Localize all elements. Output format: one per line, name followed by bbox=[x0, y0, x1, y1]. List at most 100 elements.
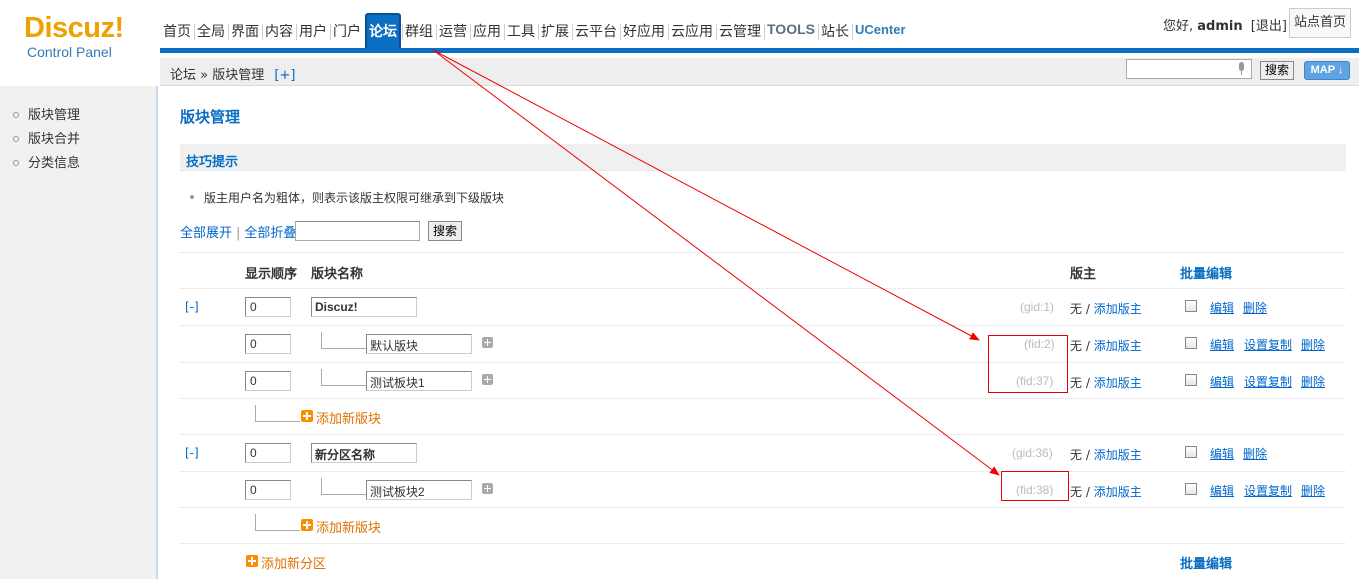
nav-content[interactable]: 内容 bbox=[262, 13, 296, 53]
add-moderator-link[interactable]: 添加版主 bbox=[1094, 339, 1142, 353]
map-button[interactable]: MAP ↓ bbox=[1304, 61, 1350, 80]
tips-title: 技巧提示 bbox=[186, 155, 239, 170]
add-icon[interactable] bbox=[301, 410, 313, 422]
batch-edit-link[interactable]: 批量编辑 bbox=[1180, 263, 1232, 282]
sidebar-item-forum-manage[interactable]: 版块管理 bbox=[13, 104, 80, 123]
add-moderator-link[interactable]: 添加版主 bbox=[1094, 302, 1142, 316]
add-moderator-link[interactable]: 添加版主 bbox=[1094, 376, 1142, 390]
forum-search-input[interactable] bbox=[295, 221, 420, 241]
nav-cloud-manage[interactable]: 云管理 bbox=[716, 13, 764, 53]
nav-user[interactable]: 用户 bbox=[296, 13, 330, 53]
nav-webmaster[interactable]: 站长 bbox=[817, 13, 852, 53]
nav-home[interactable]: 首页 bbox=[160, 13, 194, 53]
nav-forum[interactable]: 论坛 bbox=[365, 13, 401, 53]
expand-all-link[interactable]: 全部展开 bbox=[180, 226, 232, 241]
category-name-input[interactable]: Discuz! bbox=[311, 297, 417, 317]
bullet-icon bbox=[13, 135, 19, 142]
nav-global[interactable]: 全局 bbox=[194, 13, 228, 53]
edit-link[interactable]: 编辑 bbox=[1210, 373, 1234, 390]
breadcrumb-current: 版块管理 bbox=[212, 68, 265, 83]
nav-group[interactable]: 群组 bbox=[402, 13, 436, 53]
forum-name-input[interactable]: 默认版块 bbox=[366, 334, 472, 354]
nav-app[interactable]: 应用 bbox=[470, 13, 504, 53]
batch-checkbox[interactable] bbox=[1185, 300, 1197, 312]
add-subforum-icon[interactable] bbox=[482, 483, 493, 494]
delete-link[interactable]: 删除 bbox=[1243, 445, 1267, 462]
top-search-input[interactable] bbox=[1126, 59, 1252, 79]
sidebar-item-label: 版块合并 bbox=[28, 132, 81, 147]
annotation-box bbox=[1001, 471, 1069, 501]
delete-link[interactable]: 删除 bbox=[1301, 336, 1325, 353]
forum-name-input[interactable]: 测试板块1 bbox=[366, 371, 472, 391]
nav-tools-en[interactable]: TOOLS bbox=[764, 13, 818, 53]
copy-settings-link[interactable]: 设置复制 bbox=[1244, 373, 1292, 390]
breadcrumb-root[interactable]: 论坛 bbox=[170, 68, 196, 83]
batch-checkbox[interactable] bbox=[1185, 483, 1197, 495]
add-forum-row: 添加新版块 bbox=[160, 507, 1359, 544]
sidebar: 版块管理 版块合并 分类信息 bbox=[0, 86, 158, 579]
nav-good-apps[interactable]: 好应用 bbox=[620, 13, 668, 53]
edit-link[interactable]: 编辑 bbox=[1210, 482, 1234, 499]
display-order-input[interactable]: 0 bbox=[245, 371, 291, 391]
add-forum-link[interactable]: 添加新版块 bbox=[316, 408, 381, 427]
bullet-icon bbox=[190, 194, 194, 199]
logout-link[interactable]: [退出] bbox=[1251, 19, 1287, 34]
forum-search-button[interactable]: 搜索 bbox=[428, 221, 462, 241]
batch-checkbox[interactable] bbox=[1185, 337, 1197, 349]
display-order-input[interactable]: 0 bbox=[245, 443, 291, 463]
batch-edit-link-bottom[interactable]: 批量编辑 bbox=[1180, 553, 1232, 572]
copy-settings-link[interactable]: 设置复制 bbox=[1244, 482, 1292, 499]
tips-header: 技巧提示 bbox=[180, 144, 1346, 171]
category-id: (gid:36) bbox=[1012, 446, 1053, 460]
microphone-icon[interactable] bbox=[1237, 62, 1245, 75]
collapse-all-link[interactable]: 全部折叠 bbox=[244, 226, 296, 241]
table-row: [-] 0 新分区名称 (gid:36) 无 / 添加版主 编辑 删除 bbox=[160, 434, 1359, 471]
nav-style[interactable]: 界面 bbox=[228, 13, 262, 53]
display-order-input[interactable]: 0 bbox=[245, 334, 291, 354]
nav-cloud-platform[interactable]: 云平台 bbox=[572, 13, 620, 53]
add-moderator-link[interactable]: 添加版主 bbox=[1094, 485, 1142, 499]
col-header-order: 显示顺序 bbox=[245, 267, 298, 282]
sidebar-item-forum-merge[interactable]: 版块合并 bbox=[13, 128, 80, 147]
add-forum-link[interactable]: 添加新版块 bbox=[316, 517, 381, 536]
add-subforum-icon[interactable] bbox=[482, 337, 493, 348]
copy-settings-link[interactable]: 设置复制 bbox=[1244, 336, 1292, 353]
nav-plugins[interactable]: 扩展 bbox=[538, 13, 572, 53]
display-order-input[interactable]: 0 bbox=[245, 480, 291, 500]
nav-underline bbox=[160, 48, 1359, 53]
add-shortcut-link[interactable]: [+] bbox=[274, 68, 295, 83]
nav-cloud-apps[interactable]: 云应用 bbox=[668, 13, 716, 53]
table-row: 0 默认版块 (fid:2) 无 / 添加版主 编辑 设置复制 删除 bbox=[160, 325, 1359, 362]
add-category-link[interactable]: 添加新分区 bbox=[261, 553, 326, 572]
site-home-button[interactable]: 站点首页 bbox=[1289, 8, 1351, 38]
display-order-input[interactable]: 0 bbox=[245, 297, 291, 317]
edit-link[interactable]: 编辑 bbox=[1210, 299, 1234, 316]
tree-controls: 全部展开 | 全部折叠 bbox=[180, 226, 297, 241]
collapse-toggle[interactable]: [-] bbox=[185, 446, 199, 460]
moderator-cell: 无 / 添加版主 bbox=[1070, 374, 1142, 391]
add-icon[interactable] bbox=[301, 519, 313, 531]
edit-link[interactable]: 编辑 bbox=[1210, 336, 1234, 353]
moderator-separator: / bbox=[1085, 376, 1090, 390]
nav-ucenter[interactable]: UCenter bbox=[851, 13, 909, 53]
add-moderator-link[interactable]: 添加版主 bbox=[1094, 448, 1142, 462]
nav-tools[interactable]: 工具 bbox=[504, 13, 538, 53]
delete-link[interactable]: 删除 bbox=[1243, 299, 1267, 316]
delete-link[interactable]: 删除 bbox=[1301, 373, 1325, 390]
top-search-button[interactable]: 搜索 bbox=[1260, 61, 1294, 80]
edit-link[interactable]: 编辑 bbox=[1210, 445, 1234, 462]
category-name-input[interactable]: 新分区名称 bbox=[311, 443, 417, 463]
moderator-cell: 无 / 添加版主 bbox=[1070, 300, 1142, 317]
logo[interactable]: Discuz! Control Panel bbox=[24, 12, 154, 60]
batch-checkbox[interactable] bbox=[1185, 374, 1197, 386]
add-subforum-icon[interactable] bbox=[482, 374, 493, 385]
add-icon[interactable] bbox=[246, 555, 258, 567]
nav-operation[interactable]: 运营 bbox=[436, 13, 470, 53]
nav-portal[interactable]: 门户 bbox=[330, 13, 364, 53]
sidebar-item-thread-types[interactable]: 分类信息 bbox=[13, 152, 80, 171]
delete-link[interactable]: 删除 bbox=[1301, 482, 1325, 499]
forum-name-input[interactable]: 测试板块2 bbox=[366, 480, 472, 500]
bullet-icon bbox=[13, 159, 19, 166]
collapse-toggle[interactable]: [-] bbox=[185, 300, 199, 314]
batch-checkbox[interactable] bbox=[1185, 446, 1197, 458]
